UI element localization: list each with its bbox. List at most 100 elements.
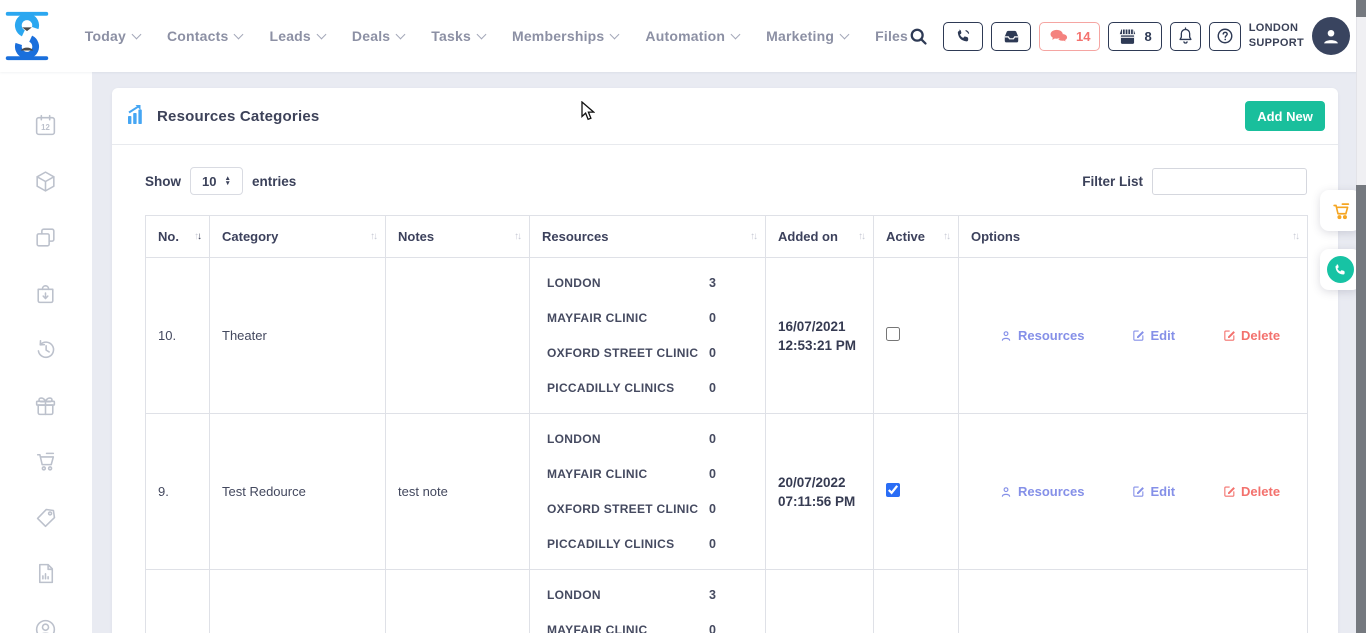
- table-body: 10.TheaterLONDON3MAYFAIR CLINIC0OXFORD S…: [146, 258, 1308, 633]
- delete-link[interactable]: Delete: [1223, 328, 1280, 343]
- left-sidebar: 12: [0, 72, 92, 633]
- chevron-down-icon: [316, 29, 326, 39]
- chevron-down-icon: [731, 29, 741, 39]
- resource-entry: MAYFAIR CLINIC0: [547, 457, 765, 492]
- nav-item-label: Deals: [352, 28, 390, 44]
- active-checkbox[interactable]: [886, 483, 900, 497]
- store-button[interactable]: 8: [1108, 22, 1161, 51]
- active-checkbox[interactable]: [886, 327, 900, 341]
- table-row: 9.Test Redourcetest noteLONDON0MAYFAIR C…: [146, 414, 1308, 570]
- phone-button[interactable]: [943, 22, 983, 51]
- delete-link[interactable]: Delete: [1223, 484, 1280, 499]
- nav-item-today[interactable]: Today: [85, 28, 140, 44]
- nav-item-label: Tasks: [431, 28, 471, 44]
- sort-arrows-icon[interactable]: ↑↓: [943, 231, 949, 242]
- resource-entry: OXFORD STREET CLINIC0: [547, 336, 765, 371]
- main-nav: Today Contacts Leads Deals Tasks Memberships A…: [85, 28, 908, 44]
- row-number: [146, 570, 210, 633]
- nav-item-marketing[interactable]: Marketing: [766, 28, 848, 44]
- history-icon[interactable]: [33, 337, 59, 363]
- nav-item-label: Marketing: [766, 28, 834, 44]
- resources-link[interactable]: Resources: [999, 328, 1084, 343]
- chat-button[interactable]: 14: [1039, 22, 1100, 51]
- resource-entry: MAYFAIR CLINIC0: [547, 301, 765, 336]
- row-options: [959, 570, 1308, 633]
- sort-arrows-icon[interactable]: ↑↓: [858, 231, 864, 242]
- search-icon[interactable]: [908, 26, 929, 47]
- help-button[interactable]: [1209, 22, 1241, 51]
- resources-categories-card: Resources Categories Add New Show 10 ▲▼ …: [112, 88, 1338, 633]
- resource-name: PICCADILLY CLINICS: [547, 381, 674, 395]
- user-circle-icon[interactable]: [33, 617, 59, 633]
- sort-arrows-icon[interactable]: ↑↓: [514, 231, 520, 242]
- report-icon[interactable]: [33, 561, 59, 587]
- nav-item-leads[interactable]: Leads: [269, 28, 324, 44]
- chevron-down-icon: [610, 29, 620, 39]
- scrollbar-track[interactable]: [1356, 0, 1366, 633]
- resource-name: MAYFAIR CLINIC: [547, 467, 647, 481]
- sort-arrows-icon[interactable]: ↑↓: [194, 231, 200, 242]
- bag-download-icon[interactable]: [33, 281, 59, 307]
- avatar[interactable]: [1312, 17, 1350, 55]
- resource-entry: MAYFAIR CLINIC0: [547, 613, 765, 633]
- gift-icon[interactable]: [33, 393, 59, 419]
- column-header-category[interactable]: Category ↑↓: [210, 216, 386, 258]
- nav-item-files[interactable]: Files: [875, 28, 908, 44]
- resource-entry: LONDON3: [547, 578, 765, 613]
- nav-item-label: Leads: [269, 28, 310, 44]
- price-tag-icon[interactable]: [33, 505, 59, 531]
- account-name-line1: LONDON: [1249, 21, 1304, 36]
- chevron-down-icon: [477, 29, 487, 39]
- nav-item-contacts[interactable]: Contacts: [167, 28, 243, 44]
- column-header-active[interactable]: Active ↑↓: [874, 216, 959, 258]
- nav-item-memberships[interactable]: Memberships: [512, 28, 618, 44]
- chart-icon: [127, 104, 148, 129]
- resource-count: 0: [709, 623, 765, 633]
- scrollbar-thumb[interactable]: [1356, 185, 1366, 633]
- cart-icon[interactable]: [33, 449, 59, 475]
- row-number: 9.: [146, 414, 210, 570]
- add-new-button[interactable]: Add New: [1245, 101, 1325, 131]
- calendar-12-icon[interactable]: 12: [33, 113, 59, 139]
- column-label: Category: [222, 229, 278, 244]
- show-label: Show: [145, 174, 181, 189]
- resources-link[interactable]: Resources: [999, 484, 1084, 499]
- column-header-notes[interactable]: Notes↑↓: [386, 216, 530, 258]
- option-label: Resources: [1018, 328, 1084, 343]
- resource-name: MAYFAIR CLINIC: [547, 311, 647, 325]
- resource-name: LONDON: [547, 588, 601, 602]
- chevron-down-icon: [234, 29, 244, 39]
- edit-link[interactable]: Edit: [1132, 484, 1175, 499]
- sort-arrows-icon[interactable]: ↑↓: [370, 231, 376, 242]
- phone-fab-icon[interactable]: [1320, 249, 1361, 290]
- nav-item-automation[interactable]: Automation: [645, 28, 739, 44]
- hourglass-logo[interactable]: [0, 8, 55, 64]
- notifications-button[interactable]: [1170, 22, 1201, 51]
- package-icon[interactable]: [33, 169, 59, 195]
- row-category: Test Redource: [210, 414, 386, 570]
- row-category: Theater: [210, 258, 386, 414]
- column-header-resources[interactable]: Resources ↑↓: [530, 216, 766, 258]
- sort-arrows-icon[interactable]: ↑↓: [750, 231, 756, 242]
- page-size-select[interactable]: 10 ▲▼: [190, 167, 243, 195]
- column-label: No.: [158, 229, 179, 244]
- resource-entry: PICCADILLY CLINICS0: [547, 371, 765, 406]
- edit-link[interactable]: Edit: [1132, 328, 1175, 343]
- filter-input[interactable]: [1152, 168, 1307, 195]
- table-header-row: No.↑↓Category↑↓Notes↑↓Resources↑↓Added o…: [146, 216, 1308, 258]
- nav-item-tasks[interactable]: Tasks: [431, 28, 485, 44]
- column-label: Resources: [542, 229, 608, 244]
- sort-arrows-icon[interactable]: ↑↓: [1292, 231, 1298, 242]
- column-label: Active: [886, 229, 925, 244]
- navbar-actions: 14 8 LONDON SUPPORT: [908, 17, 1366, 55]
- inbox-button[interactable]: [991, 22, 1031, 51]
- cart-fab-icon[interactable]: [1320, 190, 1361, 231]
- column-label: Options: [971, 229, 1020, 244]
- copy-icon[interactable]: [33, 225, 59, 251]
- nav-item-label: Files: [875, 28, 908, 44]
- column-header-added-on[interactable]: Added on↑↓: [766, 216, 874, 258]
- row-active: [874, 258, 959, 414]
- column-header-options[interactable]: Options ↑↓: [959, 216, 1308, 258]
- column-header-no-[interactable]: No. ↑↓: [146, 216, 210, 258]
- nav-item-deals[interactable]: Deals: [352, 28, 404, 44]
